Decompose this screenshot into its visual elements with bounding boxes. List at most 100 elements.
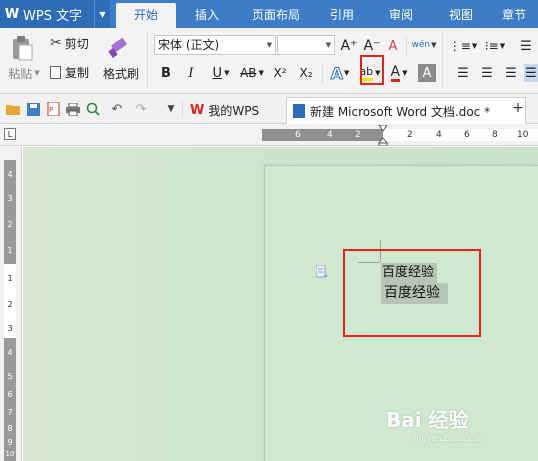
font-color-button[interactable]: A ▼ — [386, 63, 412, 83]
format-painter-icon[interactable] — [106, 34, 134, 60]
shrink-font-button[interactable]: A⁻ — [362, 36, 382, 56]
svg-text:P: P — [49, 106, 53, 114]
copy-label: 复制 — [65, 65, 90, 80]
ruler-number: 3 — [7, 324, 13, 333]
ruler-number: 6 — [7, 390, 13, 399]
ruler-number: 8 — [7, 424, 13, 433]
divider — [322, 64, 323, 84]
app-menu-button[interactable]: W WPS 文字 ▼ — [0, 0, 110, 28]
ribbon-tabs: 开始 插入 页面布局 引用 审阅 视图 章节 — [116, 0, 538, 28]
ribbon: 粘贴 ▼ ✂ 剪切 复制 格式刷 宋体 (正文) ▼ ▼ A⁺ A⁻ A wén ▼ ⋮… — [0, 28, 538, 94]
baidu-watermark: Bai 经验 jingyan.baidu.com — [386, 398, 516, 448]
superscript-button[interactable]: X² — [270, 64, 290, 82]
tab-references[interactable]: 引用 — [314, 0, 370, 28]
vertical-ruler: 4 3 2 1 1 2 3 4 5 6 7 8 9 10 — [0, 146, 22, 461]
wps-logo-icon: W — [4, 6, 20, 22]
open-folder-icon[interactable] — [6, 102, 20, 116]
ruler-number: 1 — [7, 274, 13, 283]
paste-icon[interactable] — [8, 34, 36, 62]
ruler-number: 7 — [7, 408, 13, 417]
paste-button[interactable]: 粘贴 ▼ — [4, 65, 44, 81]
text-effect-icon: A — [330, 63, 343, 83]
format-painter-button[interactable]: 格式刷 — [100, 65, 142, 81]
save-icon[interactable] — [26, 102, 40, 116]
undo-icon[interactable]: ↶ — [110, 102, 124, 117]
underline-icon: U — [212, 65, 223, 81]
font-color-icon: A — [390, 63, 401, 82]
tab-stop-selector[interactable]: L — [4, 128, 16, 140]
grow-font-button[interactable]: A⁺ — [340, 36, 358, 56]
ruler-number: 9 — [7, 438, 13, 447]
tab-home[interactable]: 开始 — [116, 3, 176, 28]
redo-icon[interactable]: ↷ — [134, 102, 148, 117]
ruler-number: 2 — [355, 130, 361, 140]
clear-format-button[interactable]: A — [384, 36, 402, 56]
ruler-number: 4 — [7, 170, 13, 179]
divider — [442, 32, 443, 88]
copy-button[interactable]: 复制 — [50, 63, 98, 81]
tab-current-document[interactable]: 新建 Microsoft Word 文档.doc * — [286, 97, 526, 124]
ruler-number: 8 — [492, 130, 498, 140]
ruler-number: 1 — [7, 246, 13, 255]
align-right-icon: ☰ — [505, 65, 517, 81]
text-effect-button[interactable]: A ▼ — [327, 63, 353, 83]
new-tab-icon[interactable]: + — [510, 100, 526, 116]
ruler-number: 10 — [5, 450, 15, 458]
ruler-number: 4 — [327, 130, 333, 140]
quick-access-bar: P ↶ ↷ ▼ W 我的WPS 新建 Microsoft Word 文档.doc… — [0, 94, 538, 124]
phonetic-guide-button[interactable]: wén ▼ — [410, 34, 438, 56]
ruler-number: 2 — [7, 220, 13, 229]
ruler-number: 6 — [464, 130, 470, 140]
tab-insert[interactable]: 插入 — [176, 0, 238, 28]
paragraph-layout-icon[interactable] — [315, 264, 328, 279]
character-shading-button[interactable]: A — [418, 64, 436, 82]
word-doc-icon — [293, 104, 305, 118]
export-pdf-icon[interactable]: P — [46, 102, 60, 116]
align-center-button[interactable]: ☰ — [478, 64, 496, 82]
italic-button[interactable]: I — [183, 64, 199, 82]
bold-button[interactable]: B — [158, 64, 174, 82]
cut-button[interactable]: ✂ 剪切 — [50, 34, 98, 52]
wps-red-logo-icon: W — [190, 103, 205, 118]
strikethrough-button[interactable]: AB ▼ — [238, 64, 266, 82]
justify-button[interactable]: ☰ — [524, 64, 538, 82]
tab-view[interactable]: 视图 — [432, 0, 490, 28]
bullet-list-button[interactable]: ⋮≡ ▼ — [448, 36, 477, 56]
tab-my-wps[interactable]: W 我的WPS — [188, 97, 284, 124]
print-preview-icon[interactable] — [86, 102, 100, 116]
divider — [182, 100, 183, 118]
align-left-icon: ☰ — [457, 65, 469, 81]
justify-icon: ☰ — [525, 65, 537, 81]
eraser-icon: A — [388, 38, 398, 54]
tab-my-wps-label: 我的WPS — [208, 104, 260, 118]
tab-page-layout[interactable]: 页面布局 — [238, 0, 314, 28]
paste-label: 粘贴 — [8, 66, 33, 81]
font-size-select[interactable]: ▼ — [277, 35, 335, 55]
font-name-value: 宋体 (正文) — [158, 38, 220, 52]
align-right-button[interactable]: ☰ — [502, 64, 520, 82]
ruler-number: 6 — [295, 130, 301, 140]
cut-label: 剪切 — [64, 36, 89, 51]
underline-button[interactable]: U ▼ — [207, 64, 235, 82]
ruler-number: 10 — [517, 130, 529, 140]
numbered-list-icon: ⁝≡ — [484, 39, 499, 53]
tab-sections[interactable]: 章节 — [490, 0, 538, 28]
copy-icon — [50, 65, 61, 79]
chevron-down-icon: ▼ — [266, 41, 272, 49]
tab-review[interactable]: 审阅 — [370, 0, 432, 28]
indent-marker-handle[interactable] — [378, 125, 388, 146]
customize-toolbar-icon[interactable]: ▼ — [164, 102, 178, 116]
subscript-button[interactable]: X₂ — [296, 64, 316, 82]
indent-button[interactable]: ☰ — [514, 36, 538, 56]
align-left-button[interactable]: ☰ — [454, 64, 472, 82]
ruler-number: 4 — [436, 130, 442, 140]
title-bar: W WPS 文字 ▼ 开始 插入 页面布局 引用 审阅 视图 章节 — [0, 0, 538, 28]
watermark-url: jingyan.baidu.com — [412, 434, 486, 443]
numbered-list-button[interactable]: ⁝≡ ▼ — [482, 36, 508, 56]
bullet-list-icon: ⋮≡ — [448, 39, 471, 53]
print-icon[interactable] — [66, 102, 80, 116]
annotation-box-shrink-font — [360, 55, 384, 85]
chevron-down-icon[interactable]: ▼ — [94, 0, 110, 28]
font-name-select[interactable]: 宋体 (正文) ▼ — [154, 35, 276, 55]
app-title: WPS 文字 — [23, 8, 83, 24]
